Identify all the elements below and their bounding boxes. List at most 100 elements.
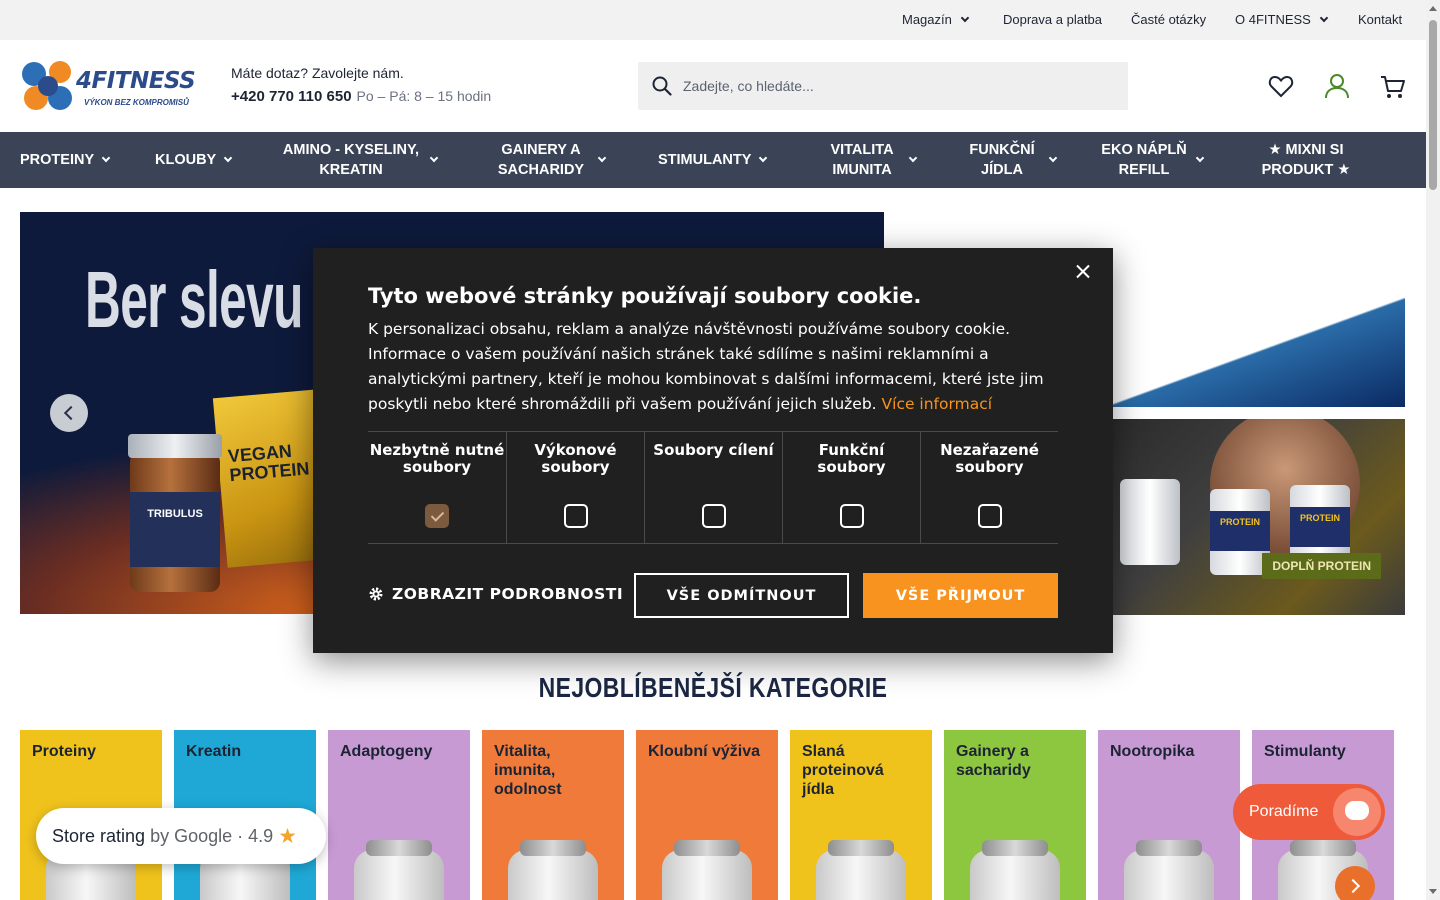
chevron-down-icon [908,153,918,163]
topbar-link-label: Kontakt [1358,12,1403,27]
nav-item-mixni-si[interactable]: ★ MIXNI SI PRODUKT ★ [1258,132,1354,188]
jar-lid [128,434,222,458]
chevron-down-icon [1195,153,1205,163]
cookie-consent-dialog: Tyto webové stránky používají soubory co… [313,248,1113,653]
main-nav: PROTEINY KLOUBY AMINO - KYSELINY, KREATI… [0,132,1426,188]
categories-next-button[interactable] [1335,866,1375,900]
nav-item-stimulanty[interactable]: STIMULANTY [658,132,768,188]
nav-item-funkcni-jidla[interactable]: FUNKČNÍ JÍDLA [963,132,1058,188]
contact-phone-row: +420 770 110 650 Po – Pá: 8 – 15 hodin [231,88,491,105]
nav-item-eko-napln[interactable]: EKO NÁPLŇ REFILL [1100,132,1205,188]
nav-item-label: ★ MIXNI SI PRODUKT ★ [1261,142,1351,178]
gear-icon [369,587,383,601]
cookie-checkbox-targeting[interactable] [702,504,726,528]
nav-item-label: GAINERY A SACHARIDY [497,142,585,178]
category-product-image [816,840,906,900]
logo-text: 4FITNESS [76,68,196,94]
category-label: Gainery a sacharidy [956,743,1031,779]
cookie-checkbox-necessary[interactable] [425,504,449,528]
nav-item-label: PROTEINY [20,152,95,168]
category-tile[interactable]: Kloubní výživa [636,730,778,900]
product-jar-image: TRIBULUS [128,434,222,592]
scroll-up-arrow[interactable] [1429,6,1437,11]
logo[interactable]: 4FITNESS VÝKON BEZ KOMPROMISŮ [20,60,210,112]
chat-label: Poradíme [1249,803,1319,820]
opening-hours: Po – Pá: 8 – 15 hodin [356,88,492,104]
top-bar: Magazín Doprava a platba Časté otázky O … [0,0,1426,40]
rating-label: Store rating [52,825,146,846]
cookie-category-performance: Výkonové soubory [506,432,644,543]
cookie-category-label: Soubory cílení [653,441,774,459]
cookie-category-targeting: Soubory cílení [644,432,782,543]
chevron-down-icon [223,153,233,163]
tub-label: PROTEIN [1290,507,1350,547]
jar-label: TRIBULUS [130,492,220,567]
topbar-link-kontakt[interactable]: Kontakt [1358,12,1402,27]
scrollbar-thumb[interactable] [1429,20,1437,190]
nav-item-gainery[interactable]: GAINERY A SACHARIDY [492,132,607,188]
category-label: Kloubní výživa [648,743,761,760]
cookie-checkbox-performance[interactable] [564,504,588,528]
nav-item-label: FUNKČNÍ JÍDLA [969,142,1035,178]
category-label: Slaná proteinová jídla [802,743,884,798]
show-details-label: ZOBRAZIT PODROBNOSTI [392,585,624,603]
cookie-description: K personalizaci obsahu, reklam a analýze… [368,317,1048,417]
close-icon[interactable] [1073,262,1093,282]
page-scrollbar[interactable] [1426,0,1440,900]
cookie-checkbox-functional[interactable] [840,504,864,528]
show-details-button[interactable]: ZOBRAZIT PODROBNOSTI [368,585,623,603]
nav-item-vitalita[interactable]: VITALITA IMUNITA [823,132,918,188]
heart-icon[interactable] [1267,72,1295,100]
topbar-link-about[interactable]: O 4FITNESS [1235,12,1329,27]
hero-headline: Ber slevu [85,255,303,344]
chat-bubble-icon [1333,788,1381,836]
cookie-checkbox-unclassified[interactable] [978,504,1002,528]
cookie-category-unclassified: Nezařazené soubory [920,432,1058,543]
nav-item-label: KLOUBY [155,152,217,168]
cookie-category-necessary: Nezbytně nutné soubory [368,432,506,543]
chevron-down-icon [960,13,970,22]
chevron-down-icon [1319,13,1329,22]
topbar-link-faq[interactable]: Časté otázky [1131,12,1206,27]
category-label: Stimulanty [1264,743,1346,760]
cart-icon[interactable] [1379,72,1407,100]
category-product-image [662,840,752,900]
side-banner-top[interactable] [1100,298,1405,407]
category-tile[interactable]: Adaptogeny [328,730,470,900]
logo-tagline: VÝKON BEZ KOMPROMISŮ [84,98,189,107]
nav-item-klouby[interactable]: KLOUBY [155,132,233,188]
nav-item-proteiny[interactable]: PROTEINY [20,132,111,188]
carousel-prev-button[interactable] [50,394,88,432]
categories-title: NEJOBLÍBENĚJŠÍ KATEGORIE [538,672,888,703]
category-product-image [1124,840,1214,900]
tub-label: PROTEIN [1210,511,1270,551]
category-tile[interactable]: Vitalita, imunita, odolnost [482,730,624,900]
chat-widget-button[interactable]: Poradíme [1233,784,1385,840]
topbar-link-label: Magazín [902,12,952,27]
decline-all-button[interactable]: VŠE ODMÍTNOUT [634,573,849,618]
category-tile[interactable]: Slaná proteinová jídla [790,730,932,900]
more-info-link[interactable]: Více informací [882,395,993,413]
category-label: Kreatin [186,743,242,760]
protein-tub-image [1120,479,1180,565]
search-icon[interactable] [652,76,672,96]
side-banner-cta: DOPLŇ PROTEIN [1262,553,1381,579]
scroll-down-arrow[interactable] [1429,889,1437,894]
nav-item-amino[interactable]: AMINO - KYSELINY, KREATIN [280,132,439,188]
category-tile[interactable]: Gainery a sacharidy [944,730,1086,900]
side-banner-protein[interactable]: PROTEIN PROTEIN DOPLŇ PROTEIN [1100,419,1405,615]
cookie-category-label: Výkonové soubory [534,441,617,476]
store-rating-badge[interactable]: Store rating by Google · 4.9 ★ [36,808,326,864]
category-tile[interactable]: Nootropika [1098,730,1240,900]
user-icon[interactable] [1323,72,1351,100]
category-product-image [508,840,598,900]
chevron-down-icon [1048,153,1058,163]
protein-tub-image: PROTEIN [1210,489,1270,575]
accept-all-button[interactable]: VŠE PŘIJMOUT [863,573,1058,618]
topbar-link-doprava[interactable]: Doprava a platba [1003,12,1102,27]
phone-number[interactable]: +420 770 110 650 [231,88,352,105]
chevron-down-icon [429,153,439,163]
search-input[interactable] [683,78,1103,94]
category-product-image [970,840,1060,900]
topbar-link-magazin[interactable]: Magazín [902,12,970,27]
